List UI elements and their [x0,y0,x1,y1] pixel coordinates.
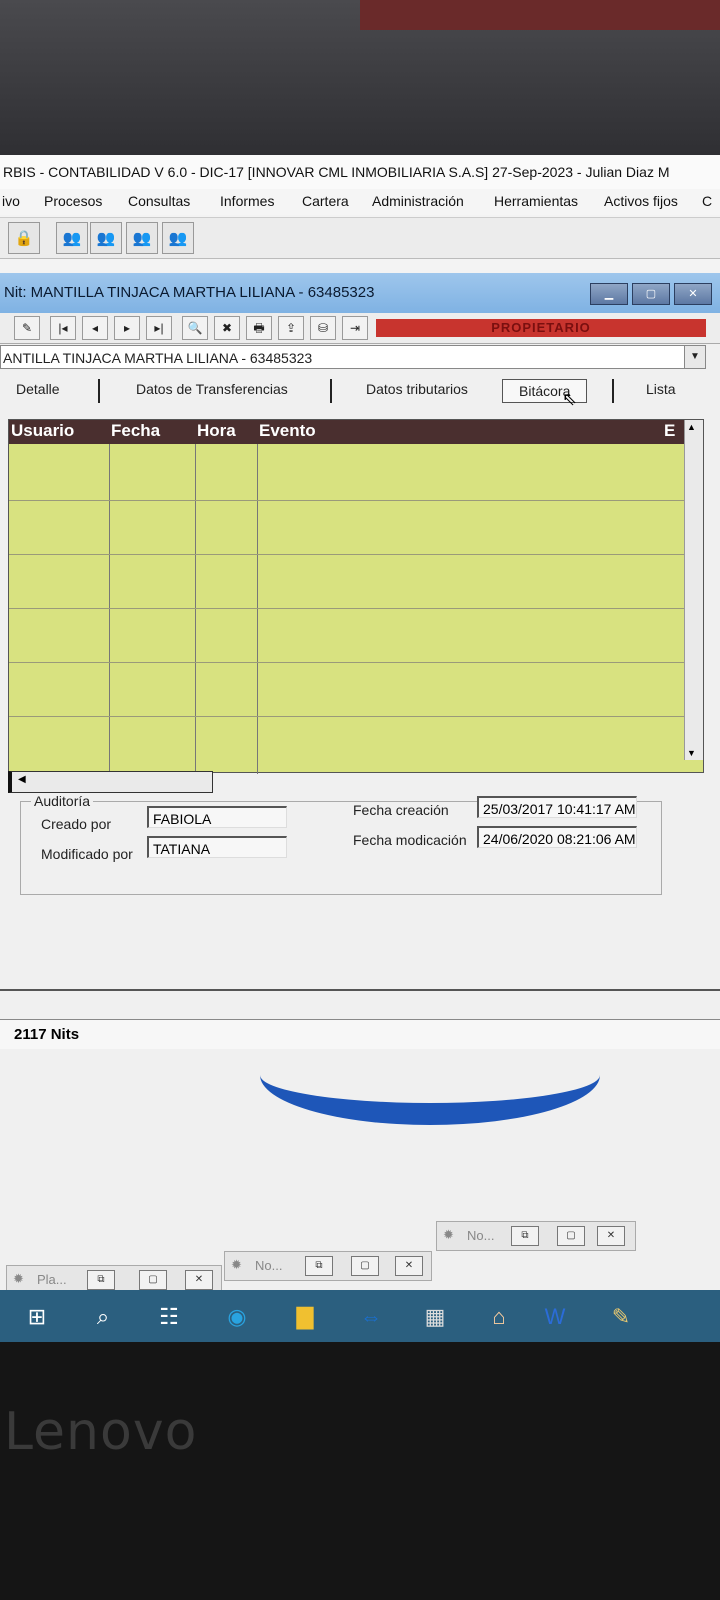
modificado-por-field[interactable]: TATIANA [147,836,287,858]
prev-record-icon[interactable]: ◂ [82,316,108,340]
grid-vertical-scrollbar[interactable]: ▲ ▼ [684,420,703,760]
record-toolbar: ✎ |◂ ◂ ▸ ▸| 🔍 ✖ 🖶 ⇪ ⛁ ⇥ PROPIETARIO [0,313,720,344]
desktop-wallpaper-arc [260,1025,600,1125]
auditoria-group: Auditoría Creado por FABIOLA Modificado … [20,793,662,895]
users-red-icon[interactable]: 👥 [90,222,122,254]
minimized-title-3: No... [467,1228,495,1243]
scroll-up-icon[interactable]: ▲ [687,422,696,432]
minimized-window-3[interactable]: ✹ No... ⧉ ▢ ✕ [436,1221,636,1251]
col-evento[interactable]: Evento [259,421,316,441]
brand-logo: Lenovo [4,1402,198,1462]
col-hora[interactable]: Hora [197,421,236,441]
nit-selector-value: ANTILLA TINJACA MARTHA LILIANA - 6348532… [3,350,313,366]
nit-selector[interactable]: ANTILLA TINJACA MARTHA LILIANA - 6348532… [0,345,706,369]
next-record-icon[interactable]: ▸ [114,316,140,340]
task-view-icon[interactable]: ☷ [152,1300,186,1334]
save-icon[interactable]: ⛁ [310,316,336,340]
taskbar: ⊞ ⌕ ☷ ◉ ▇ ⇔ ▦ ⌂ W ✎ [0,1290,720,1342]
maximize-button[interactable]: ▢ [632,283,670,305]
minimized-title-1: Pla... [37,1272,67,1287]
fecha-creacion-label: Fecha creación [353,802,449,818]
paint-icon[interactable]: ✎ [604,1300,638,1334]
mouse-cursor-icon: ⇖ [562,389,578,409]
nit-window: Nit: MANTILLA TINJACA MARTHA LILIANA - 6… [0,273,720,1293]
app-icon: ✹ [231,1257,242,1272]
menu-bar: ivo Procesos Consultas Informes Cartera … [0,189,720,215]
app-icon: ✹ [443,1227,454,1242]
screen: RBIS - CONTABILIDAD V 6.0 - DIC-17 [INNO… [0,155,720,1340]
search-icon[interactable]: ⌕ [86,1300,120,1334]
app-icon: ✹ [13,1271,24,1286]
creado-por-field[interactable]: FABIOLA [147,806,287,828]
menu-more[interactable]: C [702,193,712,209]
users-edit-icon[interactable]: 👥 [126,222,158,254]
auditoria-legend: Auditoría [31,793,94,809]
minimize-button[interactable]: ▁ [590,283,628,305]
first-record-icon[interactable]: |◂ [50,316,76,340]
grid-header: Usuario Fecha Hora Evento E [9,420,685,444]
record-count: 2117 Nits [14,1026,80,1043]
export-icon[interactable]: ⇪ [278,316,304,340]
print-icon[interactable]: 🖶 [246,316,272,340]
delete-icon[interactable]: ✖ [214,316,240,340]
scroll-left-icon[interactable]: ◀ [18,774,26,785]
fecha-modificacion-label: Fecha modicación [353,832,467,848]
menu-activos-fijos[interactable]: Activos fijos [604,193,678,209]
close-button[interactable]: ✕ [674,283,712,305]
col-fecha[interactable]: Fecha [111,421,160,441]
tab-detalle[interactable]: Detalle [16,381,60,397]
grid-horizontal-scrollbar[interactable]: ◀ [8,771,213,793]
home-icon[interactable]: ⌂ [482,1300,516,1334]
menu-informes[interactable]: Informes [220,193,274,209]
tab-datos-tributarios[interactable]: Datos tributarios [366,381,468,397]
calculator-icon[interactable]: ▦ [418,1300,452,1334]
last-record-icon[interactable]: ▸| [146,316,172,340]
file-explorer-icon[interactable]: ▇ [288,1300,322,1334]
lock-icon[interactable]: 🔒 [8,222,40,254]
windows-icon[interactable]: ⊞ [20,1300,54,1334]
minimized-title-2: No... [255,1258,283,1273]
role-badge: PROPIETARIO [376,319,706,337]
teamviewer-icon[interactable]: ⇔ [354,1300,388,1334]
users-green-icon[interactable]: 👥 [56,222,88,254]
main-toolbar: 🔒 👥 👥 👥 👥 [0,217,720,259]
monitor-bezel-top [0,0,720,160]
creado-por-label: Creado por [41,816,112,832]
col-e[interactable]: E [664,421,675,441]
bitacora-grid[interactable]: Usuario Fecha Hora Evento E ▲ ▼ [8,419,704,774]
scroll-down-icon[interactable]: ▼ [687,748,696,758]
menu-procesos[interactable]: Procesos [44,193,102,209]
tab-datos-transferencias[interactable]: Datos de Transferencias [136,381,288,397]
edge-icon[interactable]: ◉ [220,1300,254,1334]
menu-cartera[interactable]: Cartera [302,193,349,209]
menu-archivo[interactable]: ivo [2,193,20,209]
col-usuario[interactable]: Usuario [11,421,74,441]
fecha-creacion-field[interactable]: 25/03/2017 10:41:17 AM [477,796,637,818]
word-icon[interactable]: W [538,1300,572,1334]
menu-administracion[interactable]: Administración [372,193,464,209]
search-icon[interactable]: 🔍 [182,316,208,340]
edit-icon[interactable]: ✎ [14,316,40,340]
chevron-down-icon[interactable]: ▼ [684,346,705,368]
exit-icon[interactable]: ⇥ [342,316,368,340]
app-title: RBIS - CONTABILIDAD V 6.0 - DIC-17 [INNO… [0,155,720,189]
minimized-window-2[interactable]: ✹ No... ⧉ ▢ ✕ [224,1251,432,1281]
monitor-bezel-bottom: Lenovo [0,1342,720,1600]
tab-lista[interactable]: Lista [646,381,676,397]
users-blue-icon[interactable]: 👥 [162,222,194,254]
modificado-por-label: Modificado por [41,846,133,862]
menu-consultas[interactable]: Consultas [128,193,190,209]
menu-herramientas[interactable]: Herramientas [494,193,578,209]
fecha-modificacion-field[interactable]: 24/06/2020 08:21:06 AM [477,826,637,848]
tab-bar: Detalle Datos de Transferencias Datos tr… [0,373,720,409]
